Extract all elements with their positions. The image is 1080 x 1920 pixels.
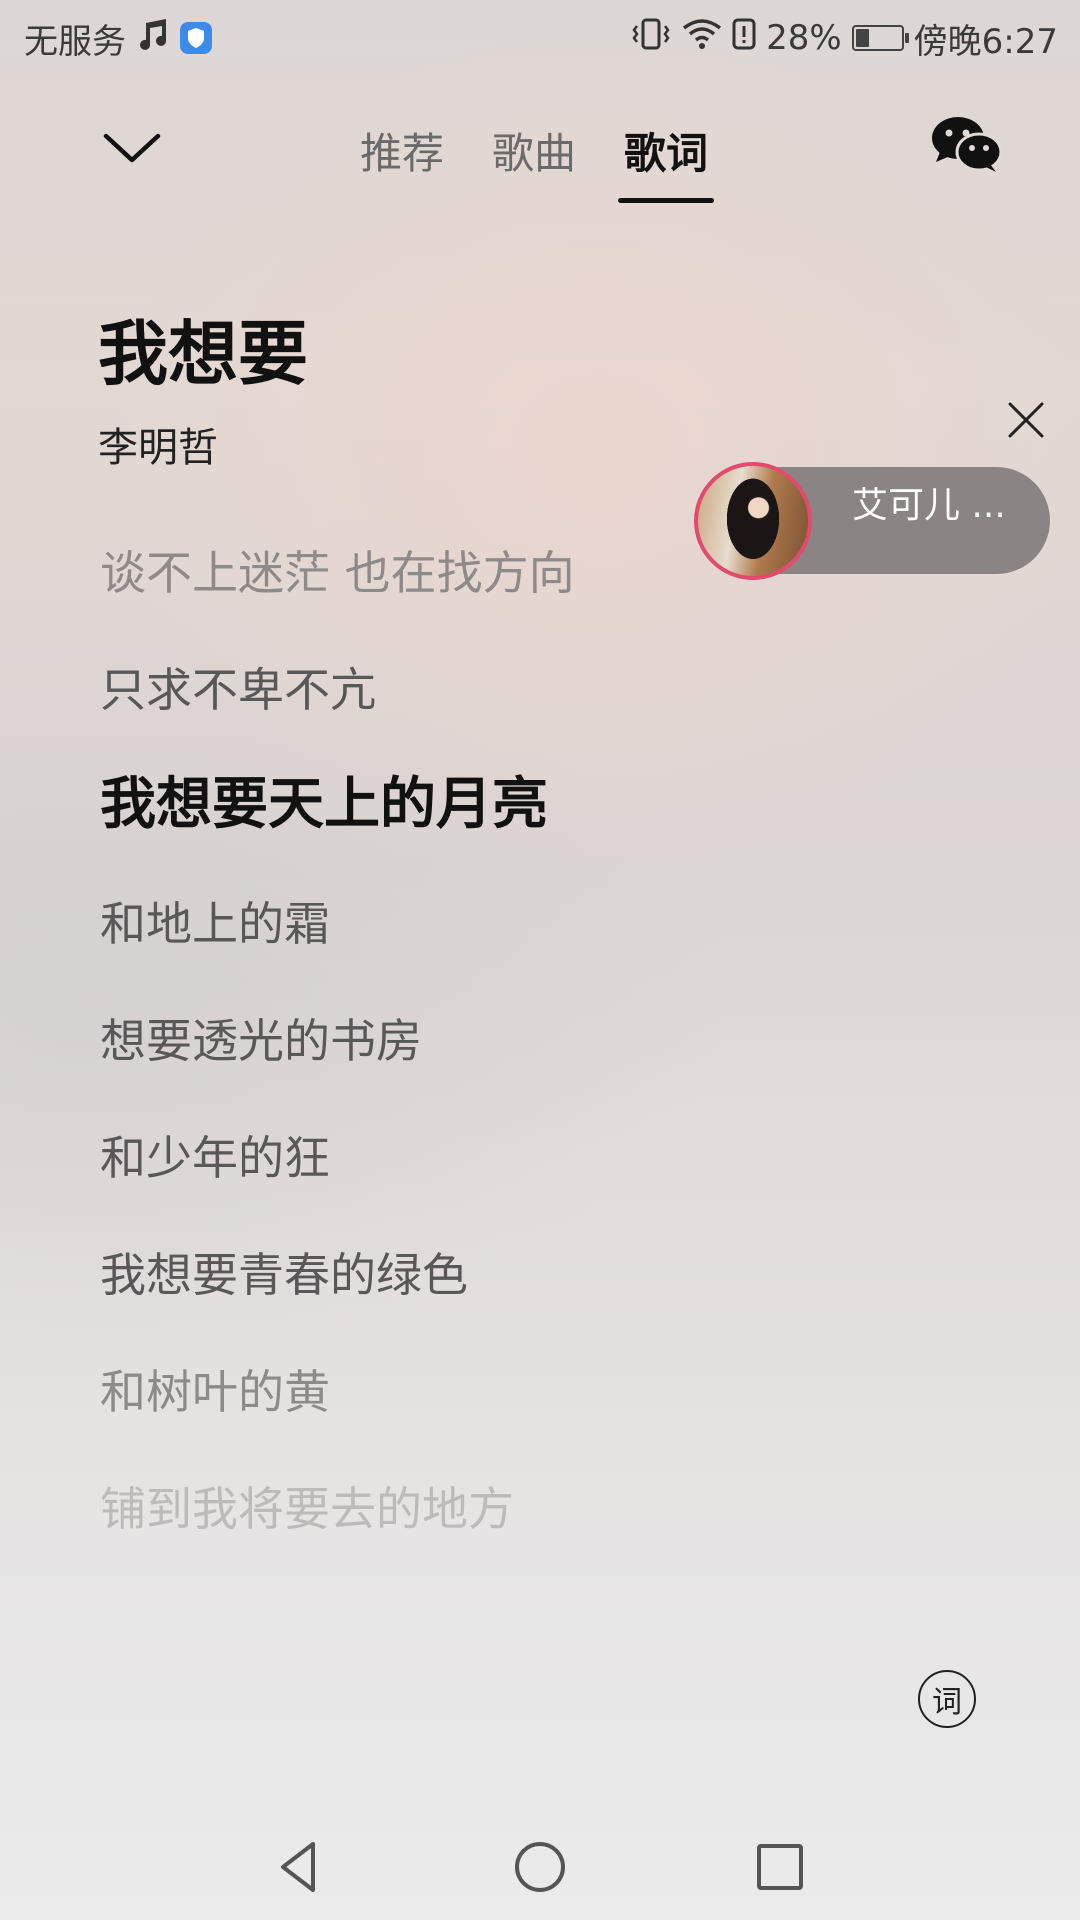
lyric-line[interactable]: 只求不卑不亢 — [100, 655, 900, 772]
close-icon[interactable] — [1006, 400, 1046, 440]
lyric-line[interactable]: 和树叶的黄 — [100, 1357, 900, 1474]
header: 推荐 歌曲 歌词 — [0, 100, 1080, 203]
lyric-line[interactable]: 想要透光的书房 — [100, 1006, 900, 1123]
lyrics-list[interactable]: 谈不上迷茫 也在找方向 只求不卑不亢 我想要天上的月亮 和地上的霜 想要透光的书… — [100, 538, 900, 1591]
mini-player-avatar[interactable] — [694, 462, 812, 580]
tab-songs[interactable]: 歌曲 — [492, 120, 576, 195]
song-title: 我想要 — [98, 313, 308, 395]
clock: 傍晚6:27 — [913, 21, 1058, 62]
wechat-share-icon[interactable] — [930, 114, 1003, 174]
status-right: 28% 傍晚6:27 — [630, 14, 1058, 63]
recents-square-icon[interactable] — [745, 1832, 815, 1902]
vibrate-icon — [630, 17, 672, 60]
music-note-icon — [136, 17, 170, 60]
lyric-line[interactable]: 和地上的霜 — [100, 889, 900, 1006]
mini-player-title[interactable]: 艾可儿 ... — [852, 476, 1006, 528]
alert-icon — [732, 18, 756, 59]
status-left: 无服务 — [24, 14, 212, 63]
navigation-bar — [0, 1820, 1080, 1920]
tab-bar: 推荐 歌曲 歌词 — [360, 120, 715, 203]
chevron-down-icon[interactable] — [100, 124, 164, 172]
tab-recommend[interactable]: 推荐 — [360, 120, 444, 195]
battery-percent: 28% — [766, 18, 842, 58]
tab-lyrics[interactable]: 歌词 — [618, 120, 715, 203]
carrier-text: 无服务 — [24, 21, 126, 62]
lyric-line-current[interactable]: 我想要天上的月亮 — [100, 772, 900, 889]
home-circle-icon[interactable] — [505, 1832, 575, 1902]
lyric-line[interactable]: 铺到我将要去的地方 — [100, 1474, 900, 1591]
shield-icon — [180, 22, 212, 54]
back-triangle-icon[interactable] — [265, 1832, 335, 1902]
lyric-line[interactable]: 和少年的狂 — [100, 1123, 900, 1240]
status-bar: 无服务 28% 傍晚6:27 — [0, 0, 1080, 76]
battery-icon — [851, 25, 909, 51]
artist-name[interactable]: 李明哲 — [98, 415, 218, 473]
lyric-toggle-button[interactable]: 词 — [918, 1670, 976, 1728]
wifi-icon — [682, 18, 722, 59]
lyric-line[interactable]: 我想要青春的绿色 — [100, 1240, 900, 1357]
